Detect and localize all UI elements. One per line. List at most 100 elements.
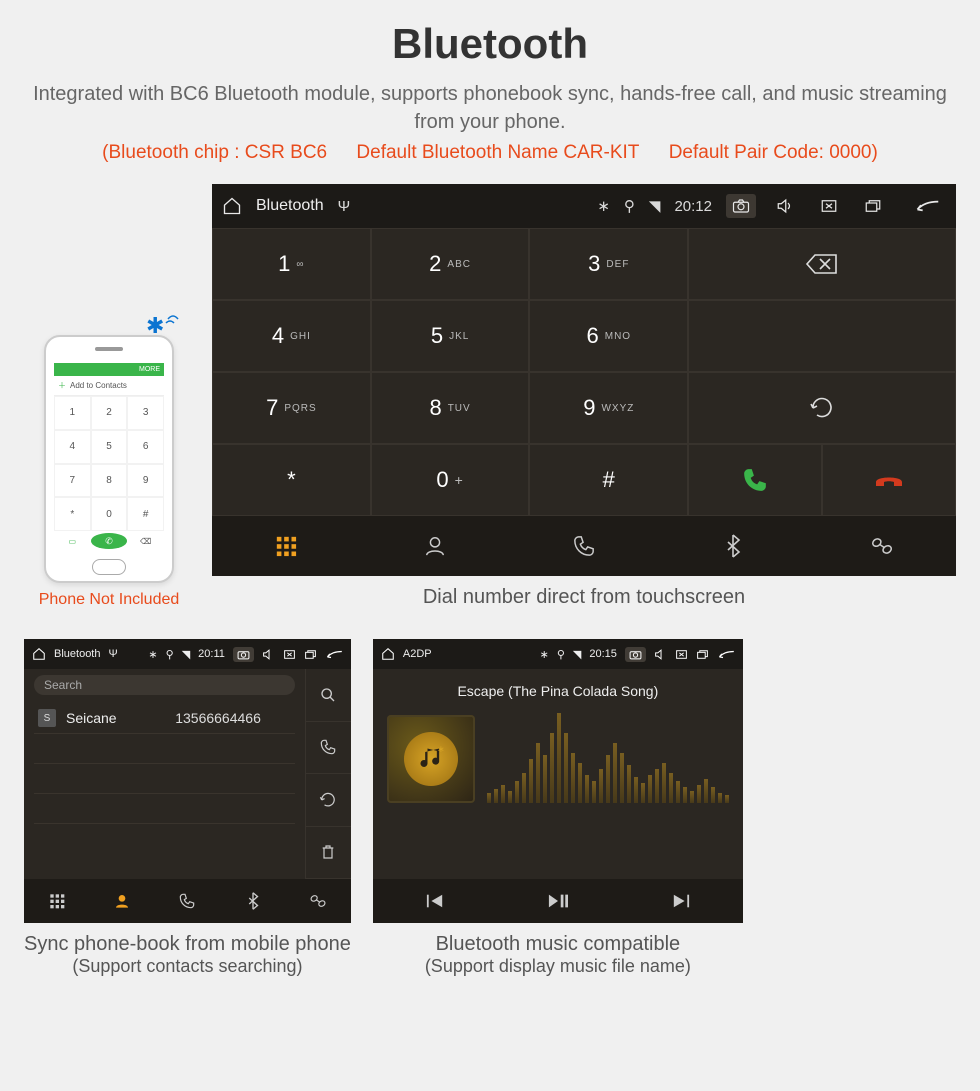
prev-button[interactable] bbox=[373, 879, 496, 923]
key-7[interactable]: 7PQRS bbox=[212, 372, 371, 444]
dialer-statusbar: Bluetooth Ψ ∗ ⚲ ◥ 20:12 bbox=[212, 184, 956, 228]
volume-icon[interactable] bbox=[654, 649, 667, 660]
home-icon[interactable] bbox=[32, 647, 46, 661]
recents-icon[interactable] bbox=[304, 649, 317, 660]
music-note-icon: ∗ bbox=[404, 732, 458, 786]
statusbar-title: Bluetooth bbox=[54, 648, 100, 660]
key-3[interactable]: 3DEF bbox=[529, 228, 688, 300]
dialer-tabbar bbox=[212, 516, 956, 576]
spec-name: Default Bluetooth Name CAR-KIT bbox=[356, 142, 639, 163]
wifi-icon: ◥ bbox=[182, 648, 190, 661]
location-icon: ⚲ bbox=[557, 648, 565, 661]
delete-icon[interactable] bbox=[305, 827, 351, 880]
album-art: ∗ bbox=[387, 715, 475, 803]
redial-button[interactable] bbox=[688, 372, 956, 444]
phone-keypad: 1 2 3 4 5 6 7 8 9 * 0 # bbox=[54, 396, 164, 531]
tab-bluetooth[interactable] bbox=[658, 516, 807, 576]
list-item bbox=[34, 764, 295, 794]
home-icon[interactable] bbox=[222, 196, 242, 216]
next-button[interactable] bbox=[620, 879, 743, 923]
dialer-caption: Dial number direct from touchscreen bbox=[212, 586, 956, 609]
svg-text:✱: ✱ bbox=[146, 313, 164, 338]
play-pause-button[interactable] bbox=[496, 879, 619, 923]
page-title: Bluetooth bbox=[24, 20, 956, 68]
sync-icon[interactable] bbox=[305, 774, 351, 827]
tab-settings[interactable] bbox=[286, 879, 351, 923]
camera-icon[interactable] bbox=[233, 647, 254, 662]
backspace-button[interactable] bbox=[688, 228, 956, 300]
contact-number: 13566664466 bbox=[175, 710, 261, 726]
spec-pair: Default Pair Code: 0000) bbox=[669, 142, 878, 163]
key-9[interactable]: 9WXYZ bbox=[529, 372, 688, 444]
tab-contacts[interactable] bbox=[89, 879, 154, 923]
recents-icon[interactable] bbox=[858, 194, 888, 218]
volume-icon[interactable] bbox=[770, 194, 800, 218]
key-star[interactable]: * bbox=[212, 444, 371, 516]
tab-bluetooth[interactable] bbox=[220, 879, 285, 923]
tab-dialpad[interactable] bbox=[212, 516, 361, 576]
phone-top-bar: MORE bbox=[54, 363, 164, 376]
search-input[interactable]: Search bbox=[34, 675, 295, 695]
location-icon: ⚲ bbox=[624, 197, 635, 215]
recents-icon[interactable] bbox=[696, 649, 709, 660]
contacts-caption: Sync phone-book from mobile phone (Suppo… bbox=[24, 933, 351, 977]
usb-icon: Ψ bbox=[338, 198, 351, 215]
tab-recent[interactable] bbox=[155, 879, 220, 923]
hangup-button[interactable] bbox=[822, 444, 956, 516]
usb-icon: Ψ bbox=[108, 648, 117, 660]
wifi-icon: ◥ bbox=[649, 197, 661, 215]
wifi-icon: ◥ bbox=[573, 648, 581, 661]
close-icon[interactable] bbox=[283, 649, 296, 660]
music-visualizer bbox=[487, 709, 729, 809]
clock-text: 20:11 bbox=[198, 648, 225, 660]
contact-name: Seicane bbox=[66, 710, 117, 726]
key-5[interactable]: 5JKL bbox=[371, 300, 530, 372]
clock-text: 20:15 bbox=[589, 648, 617, 660]
statusbar-title: A2DP bbox=[403, 648, 432, 660]
call-button[interactable] bbox=[688, 444, 822, 516]
camera-icon[interactable] bbox=[726, 194, 756, 218]
contacts-statusbar: Bluetooth Ψ ∗ ⚲ ◥ 20:11 bbox=[24, 639, 351, 669]
key-8[interactable]: 8TUV bbox=[371, 372, 530, 444]
home-icon[interactable] bbox=[381, 647, 395, 661]
key-0[interactable]: 0+ bbox=[371, 444, 530, 516]
bluetooth-icon: ∗ bbox=[148, 648, 157, 661]
tab-recent[interactable] bbox=[510, 516, 659, 576]
back-icon[interactable] bbox=[325, 649, 343, 660]
back-icon[interactable] bbox=[908, 194, 946, 218]
bluetooth-icon: ∗ bbox=[597, 197, 610, 215]
close-icon[interactable] bbox=[814, 194, 844, 218]
volume-icon[interactable] bbox=[262, 649, 275, 660]
tab-contacts[interactable] bbox=[361, 516, 510, 576]
location-icon: ⚲ bbox=[166, 648, 174, 661]
spec-line: (Bluetooth chip : CSR BC6 Default Blueto… bbox=[24, 142, 956, 164]
page-description: Integrated with BC6 Bluetooth module, su… bbox=[24, 80, 956, 136]
clock-text: 20:12 bbox=[674, 198, 712, 215]
call-icon[interactable] bbox=[305, 722, 351, 775]
key-4[interactable]: 4GHI bbox=[212, 300, 371, 372]
contact-row[interactable]: S Seicane 13566664466 bbox=[34, 703, 295, 734]
music-statusbar: A2DP ∗ ⚲ ◥ 20:15 bbox=[373, 639, 743, 669]
tab-dialpad[interactable] bbox=[24, 879, 89, 923]
music-panel: A2DP ∗ ⚲ ◥ 20:15 Escape (The Pina Colada… bbox=[373, 639, 743, 923]
search-icon[interactable] bbox=[305, 669, 351, 722]
contact-badge: S bbox=[38, 709, 56, 727]
tab-settings[interactable] bbox=[807, 516, 956, 576]
close-icon[interactable] bbox=[675, 649, 688, 660]
key-2[interactable]: 2ABC bbox=[371, 228, 530, 300]
list-item bbox=[34, 734, 295, 764]
empty-cell-1 bbox=[688, 300, 956, 372]
key-6[interactable]: 6MNO bbox=[529, 300, 688, 372]
bluetooth-signal-icon: ✱ bbox=[146, 309, 180, 339]
contacts-panel: Bluetooth Ψ ∗ ⚲ ◥ 20:11 bbox=[24, 639, 351, 923]
dialer-device: Bluetooth Ψ ∗ ⚲ ◥ 20:12 bbox=[212, 184, 956, 576]
bluetooth-icon: ∗ bbox=[540, 648, 549, 661]
camera-icon[interactable] bbox=[625, 647, 646, 662]
phone-illustration: ✱ MORE ＋ Add to Contacts 1 2 3 bbox=[44, 335, 174, 583]
statusbar-title: Bluetooth bbox=[256, 197, 324, 215]
key-1[interactable]: 1∞ bbox=[212, 228, 371, 300]
back-icon[interactable] bbox=[717, 649, 735, 660]
spec-chip: (Bluetooth chip : CSR BC6 bbox=[102, 142, 327, 163]
list-item bbox=[34, 794, 295, 824]
key-hash[interactable]: # bbox=[529, 444, 688, 516]
